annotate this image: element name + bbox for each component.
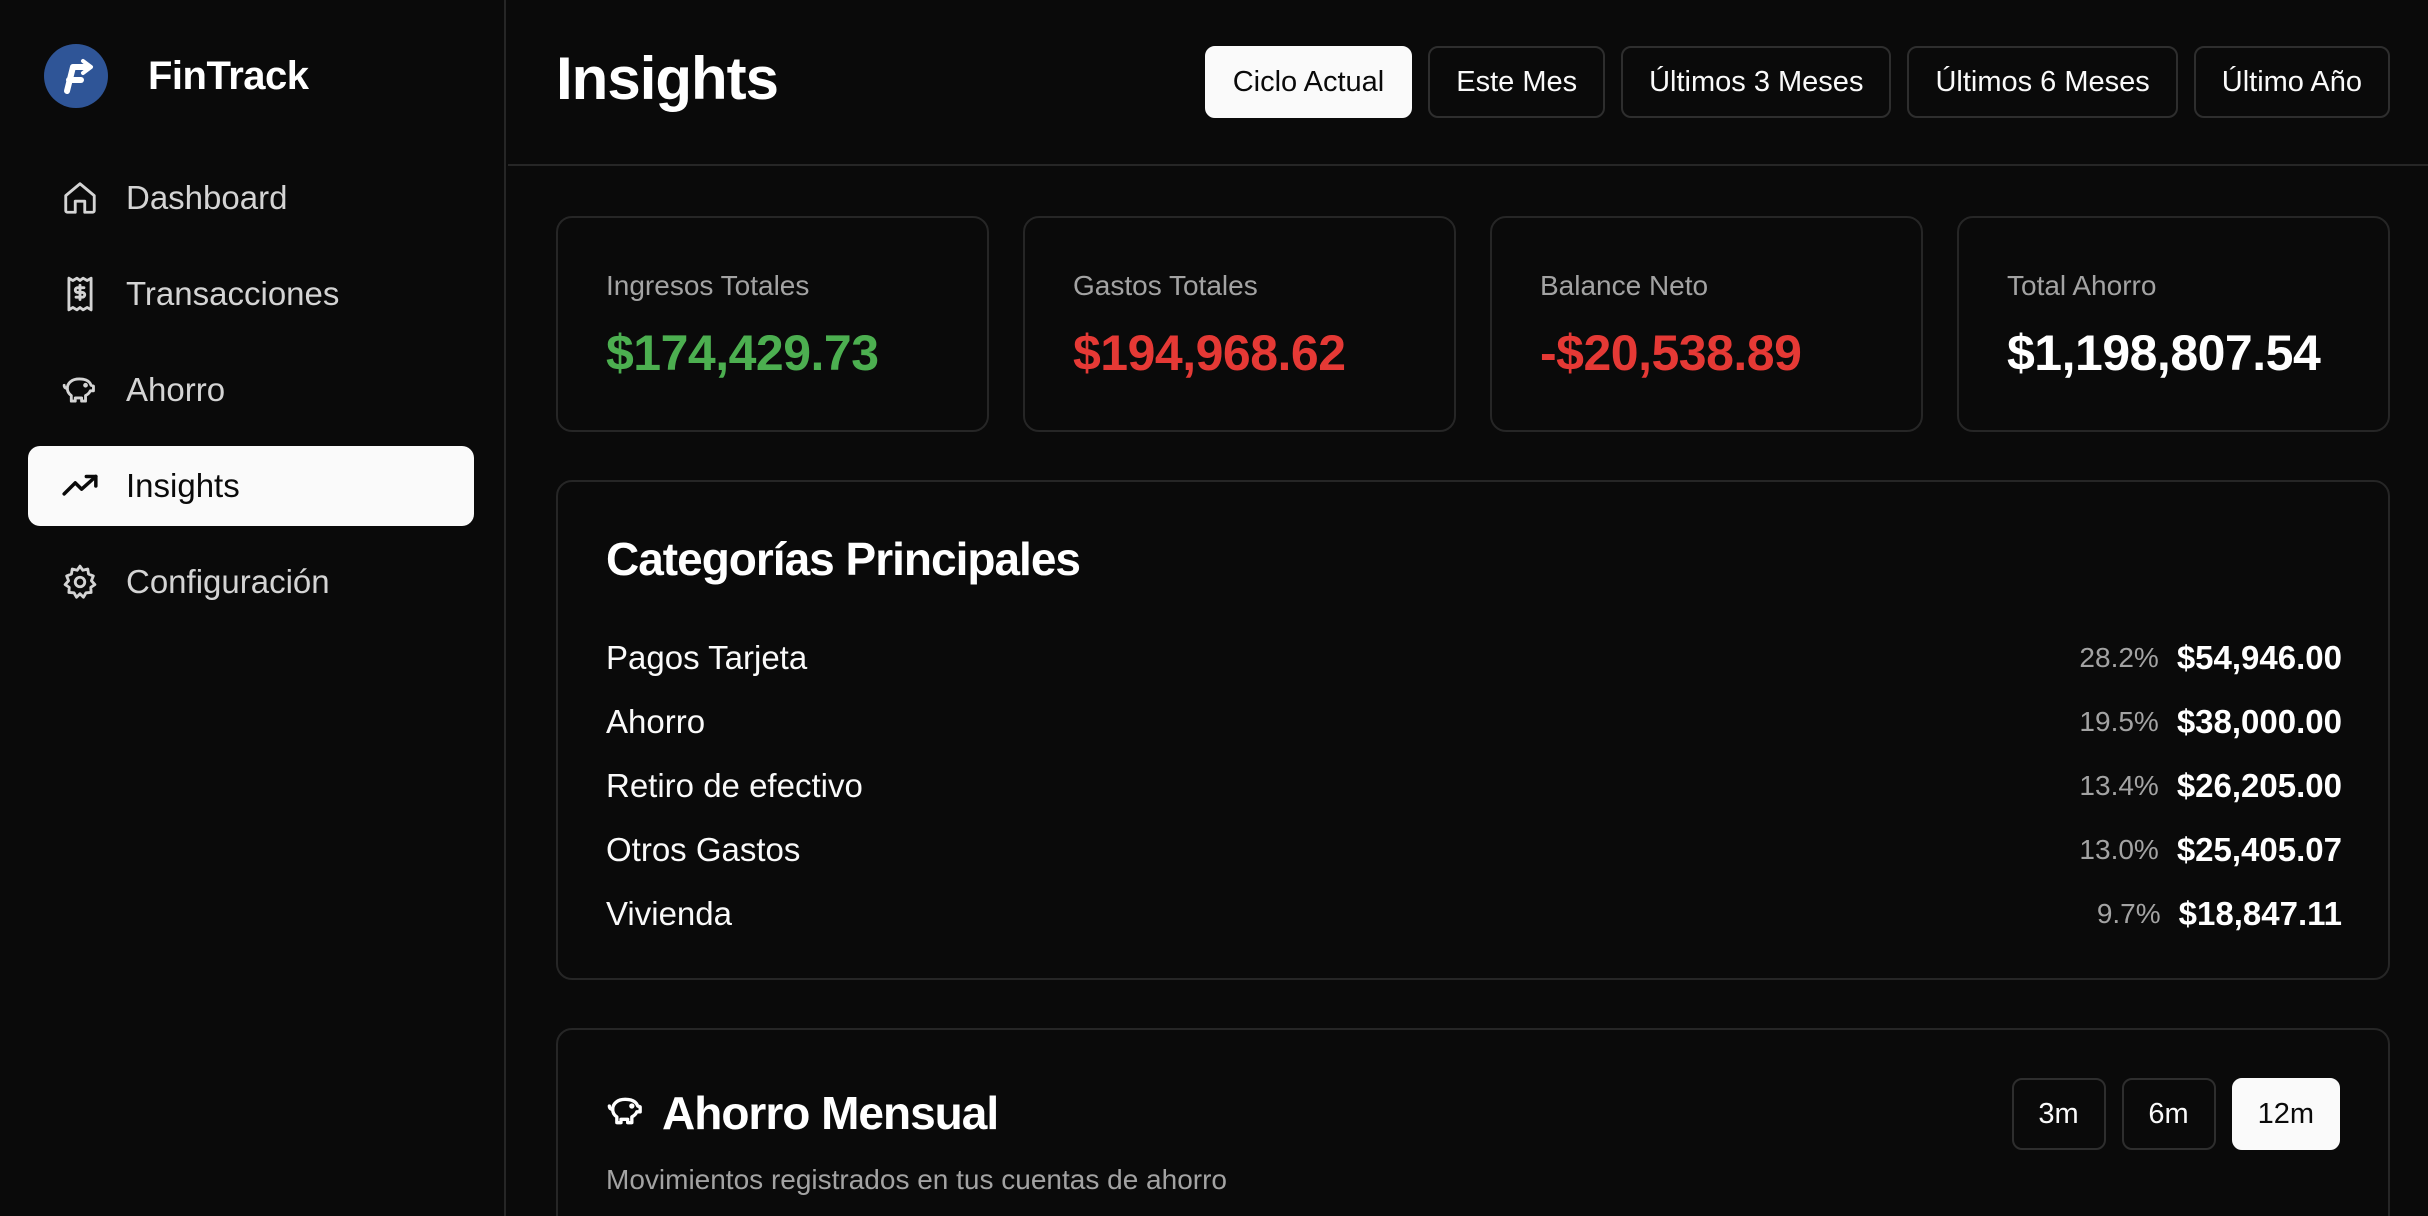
piggy-bank-icon <box>606 1091 646 1136</box>
category-amount: $38,000.00 <box>2176 703 2342 740</box>
stat-card-gastos: Gastos Totales $194,968.62 <box>1023 216 1456 432</box>
app-root: FinTrack Dashboard Transacciones Ahorro … <box>0 0 2428 1216</box>
category-values: 13.4% $26,205.00 <box>2079 767 2342 805</box>
category-name: Otros Gastos <box>606 831 801 868</box>
category-values: 19.5% $38,000.00 <box>2079 703 2342 741</box>
range-este-mes-button[interactable]: Este Mes <box>1428 46 1606 118</box>
home-icon <box>60 178 100 218</box>
period-selector: 3m 6m 12m <box>2011 1078 2340 1150</box>
range-ciclo-actual-button[interactable]: Ciclo Actual <box>1204 46 1413 118</box>
sidebar-item-label: Configuración <box>126 563 330 600</box>
stats-row: Ingresos Totales $174,429.73 Gastos Tota… <box>556 216 2390 432</box>
sidebar-item-ahorro[interactable]: Ahorro <box>28 350 474 430</box>
category-percent: 19.5% <box>2079 706 2159 737</box>
period-12m-button[interactable]: 12m <box>2231 1078 2340 1150</box>
main-content: Insights Ciclo Actual Este Mes Últimos 3… <box>508 0 2428 1216</box>
category-percent: 28.2% <box>2079 642 2159 673</box>
list-item: Pagos Tarjeta 28.2% $54,946.00 <box>606 626 2342 690</box>
monthly-savings-card: Ahorro Mensual Movimientos registrados e… <box>556 1028 2390 1216</box>
range-ultimo-ano-button[interactable]: Último Año <box>2193 46 2390 118</box>
category-name: Ahorro <box>606 703 706 740</box>
category-name: Vivienda <box>606 895 732 932</box>
savings-header: Ahorro Mensual <box>606 1086 999 1140</box>
card-title: Categorías Principales <box>606 533 1081 585</box>
stat-label: Gastos Totales <box>1073 270 1258 301</box>
stat-label: Balance Neto <box>1540 270 1709 301</box>
card-subtitle: Movimientos registrados en tus cuentas d… <box>606 1164 1227 1195</box>
stat-value: $174,429.73 <box>606 325 879 381</box>
gear-icon <box>60 562 100 602</box>
top-categories-card: Categorías Principales Pagos Tarjeta 28.… <box>556 480 2390 980</box>
category-values: 13.0% $25,405.07 <box>2079 831 2342 869</box>
stat-value: $194,968.62 <box>1073 325 1346 381</box>
sidebar-item-label: Dashboard <box>126 179 288 216</box>
stat-value: -$20,538.89 <box>1540 325 1802 381</box>
stat-card-total-ahorro: Total Ahorro $1,198,807.54 <box>1957 216 2390 432</box>
stat-card-balance: Balance Neto -$20,538.89 <box>1490 216 1923 432</box>
list-item: Otros Gastos 13.0% $25,405.07 <box>606 818 2342 882</box>
stat-value: $1,198,807.54 <box>2007 325 2321 381</box>
category-percent: 13.0% <box>2079 834 2159 865</box>
range-ultimos-6-meses-button[interactable]: Últimos 6 Meses <box>1907 46 2178 118</box>
sidebar-item-insights[interactable]: Insights <box>28 446 474 526</box>
receipt-icon <box>60 274 100 314</box>
category-amount: $25,405.07 <box>2176 831 2342 868</box>
sidebar-item-label: Ahorro <box>126 371 226 408</box>
category-list: Pagos Tarjeta 28.2% $54,946.00 Ahorro 19… <box>606 626 2342 946</box>
trending-up-icon <box>60 466 100 506</box>
brand-name: FinTrack <box>148 53 309 98</box>
period-6m-button[interactable]: 6m <box>2121 1078 2216 1150</box>
stat-card-ingresos: Ingresos Totales $174,429.73 <box>556 216 989 432</box>
piggy-bank-icon <box>60 370 100 410</box>
sidebar-item-label: Transacciones <box>126 275 340 312</box>
category-percent: 13.4% <box>2079 770 2159 801</box>
fintrack-logo-icon <box>44 44 108 108</box>
sidebar: FinTrack Dashboard Transacciones Ahorro … <box>0 0 506 1216</box>
date-range-selector: Ciclo Actual Este Mes Últimos 3 Meses Úl… <box>1204 46 2390 118</box>
topbar: Insights Ciclo Actual Este Mes Últimos 3… <box>508 0 2428 166</box>
stat-label: Ingresos Totales <box>606 270 810 301</box>
list-item: Retiro de efectivo 13.4% $26,205.00 <box>606 754 2342 818</box>
sidebar-nav: Dashboard Transacciones Ahorro Insights … <box>28 158 474 638</box>
category-percent: 9.7% <box>2096 898 2161 929</box>
category-values: 9.7% $18,847.11 <box>2097 895 2342 933</box>
range-ultimos-3-meses-button[interactable]: Últimos 3 Meses <box>1621 46 1892 118</box>
list-item: Vivienda 9.7% $18,847.11 <box>606 882 2342 946</box>
sidebar-item-dashboard[interactable]: Dashboard <box>28 158 474 238</box>
category-values: 28.2% $54,946.00 <box>2079 639 2342 677</box>
sidebar-item-transacciones[interactable]: Transacciones <box>28 254 474 334</box>
page-title: Insights <box>556 45 779 112</box>
category-amount: $18,847.11 <box>2178 895 2342 932</box>
category-name: Retiro de efectivo <box>606 767 863 804</box>
category-name: Pagos Tarjeta <box>606 639 808 676</box>
list-item: Ahorro 19.5% $38,000.00 <box>606 690 2342 754</box>
category-amount: $54,946.00 <box>2176 639 2342 676</box>
category-amount: $26,205.00 <box>2176 767 2342 804</box>
stat-label: Total Ahorro <box>2007 270 2157 301</box>
period-3m-button[interactable]: 3m <box>2011 1078 2106 1150</box>
brand[interactable]: FinTrack <box>44 44 309 108</box>
card-title: Ahorro Mensual <box>662 1087 999 1139</box>
sidebar-item-configuracion[interactable]: Configuración <box>28 542 474 622</box>
sidebar-item-label: Insights <box>126 467 240 504</box>
